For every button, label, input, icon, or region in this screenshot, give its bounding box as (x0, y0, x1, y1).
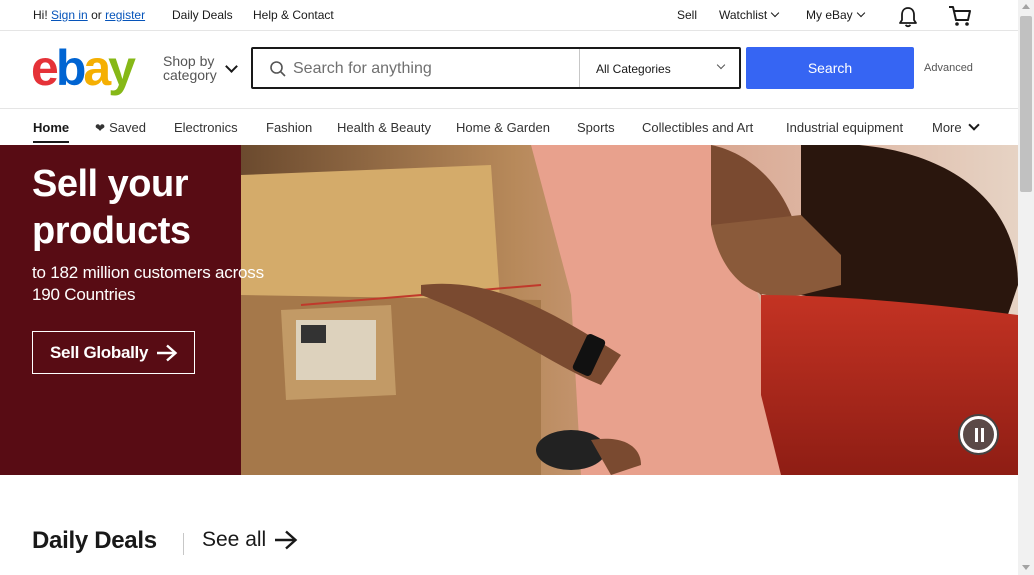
search-icon (270, 61, 286, 77)
active-tab-indicator (33, 141, 69, 143)
page-scrollbar[interactable] (1018, 0, 1034, 575)
scroll-down-arrow-icon[interactable] (1022, 565, 1030, 570)
heart-icon: ❤ (95, 121, 106, 135)
scroll-up-arrow-icon[interactable] (1022, 4, 1030, 9)
greeting-text: Hi! (33, 8, 48, 22)
sign-in-link[interactable]: Sign in (51, 8, 88, 22)
see-all-link[interactable]: See all (202, 528, 298, 552)
chevron-down-icon (770, 8, 780, 18)
nav-item-saved[interactable]: ❤ Saved (95, 120, 146, 135)
more-label: More (932, 120, 962, 135)
top-bar: Hi! Sign in or register Daily Deals Help… (0, 0, 1018, 31)
chevron-down-icon[interactable] (225, 60, 238, 73)
deals-divider (183, 533, 184, 555)
search-input[interactable]: Search for anything (293, 60, 432, 78)
sell-globally-label: Sell Globally (50, 342, 149, 362)
nav-item-home[interactable]: Home (33, 120, 69, 135)
scrollbar-thumb[interactable] (1020, 16, 1032, 192)
search-bar: Search for anything All Categories (251, 47, 741, 89)
hero-subtitle: to 182 million customers across 190 Coun… (32, 263, 264, 304)
chevron-down-icon[interactable] (716, 60, 726, 70)
pause-carousel-button[interactable] (960, 416, 997, 453)
nav-item-sports[interactable]: Sports (577, 120, 615, 135)
daily-deals-link[interactable]: Daily Deals (172, 8, 233, 22)
nav-item-collectibles-art[interactable]: Collectibles and Art (642, 120, 753, 135)
nav-item-electronics[interactable]: Electronics (174, 120, 238, 135)
bell-icon[interactable] (897, 6, 919, 28)
chevron-down-icon (967, 119, 980, 131)
hero-image (241, 145, 1018, 475)
sell-globally-button[interactable]: Sell Globally (32, 331, 195, 374)
help-contact-link[interactable]: Help & Contact (253, 8, 334, 22)
header: ebay Shop by category Search for anythin… (0, 31, 1018, 109)
ebay-logo[interactable]: ebay (31, 43, 136, 93)
search-divider (579, 49, 580, 87)
advanced-search-link[interactable]: Advanced (924, 62, 973, 74)
hero-title: Sell your products (32, 163, 191, 252)
nav-item-industrial-equipment[interactable]: Industrial equipment (786, 120, 903, 135)
register-link[interactable]: register (105, 8, 145, 22)
see-all-label: See all (202, 528, 267, 551)
nav-item-fashion[interactable]: Fashion (266, 120, 312, 135)
cart-icon[interactable] (947, 4, 973, 28)
hero-banner[interactable]: Sell your products to 182 million custom… (0, 145, 1018, 475)
hero-illustration (241, 145, 1018, 475)
sell-link[interactable]: Sell (677, 8, 697, 22)
my-ebay-menu[interactable]: My eBay (806, 8, 865, 22)
greeting-group: Hi! Sign in or register (33, 8, 145, 22)
watchlist-menu[interactable]: Watchlist (719, 8, 780, 22)
watchlist-label: Watchlist (719, 8, 768, 22)
arrow-right-icon (157, 344, 178, 361)
nav-item-health-beauty[interactable]: Health & Beauty (337, 120, 431, 135)
saved-label: Saved (109, 120, 146, 135)
daily-deals-heading: Daily Deals (32, 527, 157, 554)
nav-item-home-garden[interactable]: Home & Garden (456, 120, 550, 135)
my-ebay-label: My eBay (806, 8, 853, 22)
or-text: or (91, 8, 102, 22)
category-nav: Home ❤ Saved Electronics Fashion Health &… (0, 110, 1018, 145)
arrow-right-icon (275, 530, 298, 550)
chevron-down-icon (856, 8, 865, 18)
shop-by-category-button[interactable]: Shop by category (163, 54, 217, 82)
category-select[interactable]: All Categories (596, 62, 671, 76)
category-label: category (163, 67, 217, 83)
nav-item-more[interactable]: More (932, 119, 980, 135)
shop-by-label: Shop by (163, 53, 215, 69)
search-button[interactable]: Search (746, 47, 914, 89)
